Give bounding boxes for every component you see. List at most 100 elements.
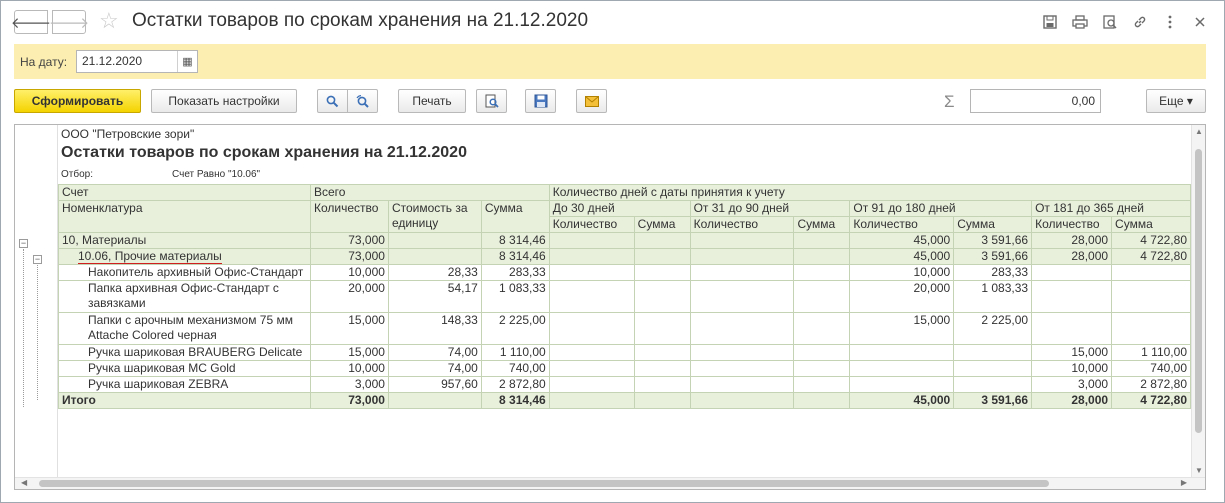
cell-s3: 3 591,66: [953, 248, 1033, 265]
cell-s4: 740,00: [1111, 360, 1191, 377]
vertical-scrollbar[interactable]: ▲ ▼: [1191, 125, 1205, 489]
grouping-gutter: − −: [15, 125, 58, 489]
close-icon[interactable]: [1190, 12, 1210, 32]
header-qty: Количество: [309, 200, 389, 233]
cell-s1: [633, 264, 691, 281]
search-icon: [326, 95, 339, 107]
filter-label: Отбор:: [61, 169, 93, 180]
cell-sum: 1 083,33: [480, 280, 550, 313]
filter-value: Счет Равно "10.06": [172, 169, 261, 180]
table-row[interactable]: Папка архивная Офис-Стандарт с завязками…: [58, 280, 1191, 313]
favorite-star-icon[interactable]: ☆: [99, 9, 119, 33]
cell-q4: 3,000: [1031, 376, 1113, 393]
cell-s4: 2 872,80: [1111, 376, 1191, 393]
scroll-left-arrow-icon[interactable]: ◀: [21, 478, 27, 487]
save-icon[interactable]: [1040, 12, 1060, 32]
cell-name: Ручка шариковая BRAUBERG Delicate: [58, 344, 311, 361]
cell-name: Итого: [58, 392, 311, 409]
report-title: Остатки товаров по срокам хранения на 21…: [61, 144, 467, 161]
vertical-scroll-thumb[interactable]: [1195, 149, 1202, 433]
cell-s1: [633, 280, 691, 313]
cell-s4: [1111, 280, 1191, 313]
title-actions: [1040, 12, 1210, 32]
more-icon[interactable]: [1160, 12, 1180, 32]
horizontal-scroll-thumb[interactable]: [39, 480, 1049, 487]
header-period-4: От 181 до 365 дней: [1031, 200, 1191, 217]
calendar-icon[interactable]: ▦: [177, 51, 197, 72]
print-button[interactable]: Печать: [398, 89, 466, 113]
header-row-2: Номенклатура Количество Стоимость за еди…: [58, 200, 1191, 233]
cell-q1: [548, 264, 635, 281]
forward-button[interactable]: 🡒: [49, 10, 89, 34]
header-period-3: От 91 до 180 дней: [849, 200, 1033, 217]
more-button[interactable]: Еще ▾: [1146, 89, 1206, 113]
header-nomenclature: Номенклатура: [58, 200, 311, 233]
cell-q2: [689, 264, 795, 281]
print-icon[interactable]: [1070, 12, 1090, 32]
horizontal-scrollbar[interactable]: ◀ ▶: [15, 477, 1205, 489]
back-arrow-icon: 🡐: [10, 14, 52, 32]
link-icon[interactable]: [1130, 12, 1150, 32]
title-bar: 🡐 🡒 ☆ Остатки товаров по срокам хранения…: [1, 1, 1224, 43]
cell-s3: 3 591,66: [953, 232, 1033, 249]
scroll-down-arrow-icon[interactable]: ▼: [1194, 466, 1204, 475]
cell-name: 10.06, Прочие материалы: [58, 248, 311, 265]
cell-s1: [633, 248, 691, 265]
cell-unit: 28,33: [387, 264, 482, 281]
cell-s1: [633, 344, 691, 361]
table-row[interactable]: Папки с арочным механизмом 75 мм Attache…: [58, 312, 1191, 345]
cell-q2: [689, 312, 795, 345]
report-spreadsheet[interactable]: − − ООО "Петровские зори" Остатки товаро…: [14, 124, 1206, 490]
subgroup-line: [37, 265, 38, 400]
cell-q1: [548, 232, 635, 249]
scroll-right-arrow-icon[interactable]: ▶: [1181, 478, 1187, 487]
collapse-group-10-icon[interactable]: −: [19, 239, 28, 248]
cell-s2: [793, 232, 851, 249]
group-row[interactable]: 10.06, Прочие материалы 73,000 8 314,46 45,…: [58, 248, 1191, 265]
header-p4-sum: Сумма: [1111, 216, 1191, 233]
preview-icon[interactable]: [1100, 12, 1120, 32]
cell-q3: 45,000: [849, 392, 955, 409]
cell-q1: [548, 376, 635, 393]
search-next-button[interactable]: [347, 89, 378, 113]
cell-q2: [689, 248, 795, 265]
back-button[interactable]: 🡐: [10, 10, 52, 34]
envelope-icon: [584, 95, 599, 107]
cell-unit: [387, 392, 482, 409]
cell-q4: 10,000: [1031, 360, 1113, 377]
cell-name: 10, Материалы: [58, 232, 311, 249]
cell-q3: 15,000: [849, 312, 955, 345]
preview-button[interactable]: [476, 89, 507, 113]
cell-unit: 74,00: [387, 344, 482, 361]
cell-sum: 2 872,80: [480, 376, 550, 393]
cell-q3: [849, 344, 955, 361]
selected-sum-field[interactable]: 0,00: [970, 89, 1101, 113]
table-row[interactable]: Ручка шариковая ZEBRA 3,000 957,60 2 872,80…: [58, 376, 1191, 393]
collapse-group-10-06-icon[interactable]: −: [33, 255, 42, 264]
table-row[interactable]: Ручка шариковая MC Gold 10,000 74,00 740,00…: [58, 360, 1191, 377]
cell-name: Накопитель архивный Офис-Стандарт: [58, 264, 311, 281]
table-row[interactable]: Ручка шариковая BRAUBERG Delicate 15,000 7…: [58, 344, 1191, 361]
cell-sum: 8 314,46: [480, 248, 550, 265]
date-field[interactable]: 21.12.2020 ▦: [76, 50, 198, 73]
group-line: [23, 249, 24, 407]
generate-button[interactable]: Сформировать: [14, 89, 141, 113]
show-settings-button[interactable]: Показать настройки: [151, 89, 297, 113]
header-total: Всего: [309, 184, 550, 201]
report-sheet: ООО "Петровские зори" Остатки товаров по…: [58, 125, 1191, 489]
table-row[interactable]: Накопитель архивный Офис-Стандарт 10,000 2…: [58, 264, 1191, 281]
save-button[interactable]: [525, 89, 556, 113]
cell-s4: [1111, 312, 1191, 345]
cell-name: Ручка шариковая MC Gold: [58, 360, 311, 377]
cell-s3: 1 083,33: [953, 280, 1033, 313]
cell-s3: 283,33: [953, 264, 1033, 281]
cell-s3: [953, 376, 1033, 393]
search-button[interactable]: [317, 89, 348, 113]
send-email-button[interactable]: [576, 89, 607, 113]
group-row[interactable]: 10, Материалы 73,000 8 314,46 45,000 3 591,6…: [58, 232, 1191, 249]
cell-q1: [548, 360, 635, 377]
cell-qty: 73,000: [309, 232, 389, 249]
total-row[interactable]: Итого 73,000 8 314,46 45,000 3 591,66 28,000 4…: [58, 392, 1191, 409]
cell-sum: 8 314,46: [480, 392, 550, 409]
scroll-up-arrow-icon[interactable]: ▲: [1194, 127, 1204, 136]
